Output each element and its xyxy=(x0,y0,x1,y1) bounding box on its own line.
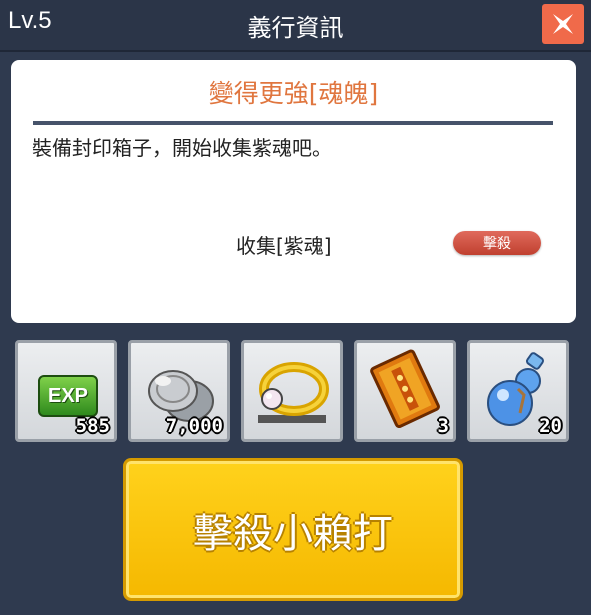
reward-slot-ring[interactable] xyxy=(241,340,343,442)
kill-button[interactable]: 擊殺 xyxy=(453,231,541,255)
reward-qty: 585 xyxy=(75,415,110,437)
divider xyxy=(33,121,553,125)
exp-icon: EXP xyxy=(38,375,98,417)
reward-qty: 3 xyxy=(437,415,449,437)
reward-slot-exp[interactable]: EXP 585 xyxy=(15,340,117,442)
header: Lv.5 義行資訊 xyxy=(0,0,591,52)
ring-icon xyxy=(258,362,329,423)
window-title: 義行資訊 xyxy=(247,14,344,42)
reward-slot-coins[interactable]: 7,000 xyxy=(128,340,230,442)
close-button[interactable] xyxy=(542,4,584,44)
kill-target-button[interactable]: 擊殺小賴打 xyxy=(123,458,463,601)
quest-objective: 收集[紫魂] xyxy=(236,234,332,258)
reward-qty: 7,000 xyxy=(165,415,223,437)
quest-title: 變得更強[魂魄] xyxy=(208,79,379,108)
reward-slot-scroll[interactable]: 3 xyxy=(354,340,456,442)
quest-description: 裝備封印箱子，開始收集紫魂吧。 xyxy=(32,136,332,160)
close-icon xyxy=(553,14,573,34)
reward-slot-potion[interactable]: 20 xyxy=(467,340,569,442)
reward-qty: 20 xyxy=(539,415,562,437)
quest-card: 變得更強[魂魄] 裝備封印箱子，開始收集紫魂吧。 收集[紫魂] 擊殺 xyxy=(11,60,576,323)
